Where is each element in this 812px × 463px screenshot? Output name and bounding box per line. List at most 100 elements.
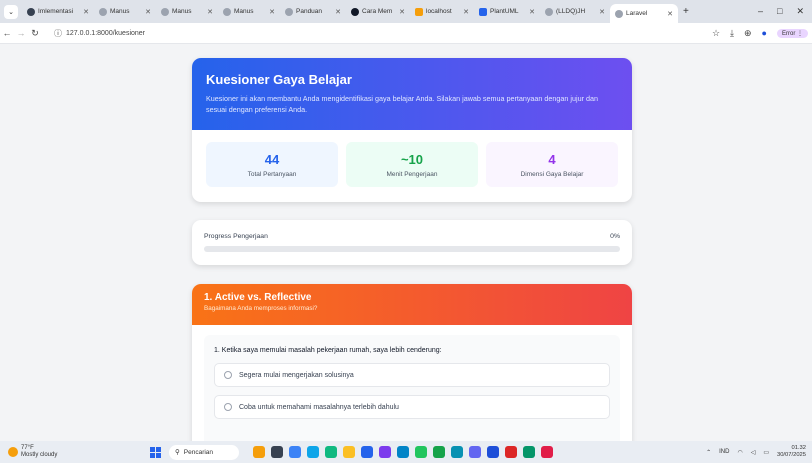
stat-dimensions: 4 Dimensi Gaya Belajar (486, 142, 618, 187)
page-title: Kuesioner Gaya Belajar (206, 72, 352, 87)
stat-total-questions: 44 Total Pertanyaan (206, 142, 338, 187)
question-text: 1. Ketika saya memulai masalah pekerjaan… (214, 347, 442, 354)
battery-icon[interactable]: ▭ (763, 449, 769, 456)
tab-label: PlantUML (490, 8, 519, 15)
weather-icon (8, 447, 18, 457)
wifi-icon[interactable]: ◠ (737, 449, 742, 456)
widgets-icon[interactable] (253, 446, 265, 458)
close-icon[interactable]: ✕ (667, 10, 673, 18)
stat-value: 4 (548, 151, 556, 167)
app-icon[interactable] (541, 446, 553, 458)
answer-option-b[interactable]: Coba untuk memahami masalahnya terlebih … (214, 395, 610, 419)
weather-condition: Mostly cloudy (21, 452, 58, 458)
download-icon[interactable]: ⤓ (730, 28, 734, 39)
browser-tab-strip: ⌄ Imlementasi ✕ Manus ✕ Manus ✕ Manus ✕ Pand… (0, 0, 812, 23)
close-icon[interactable]: ✕ (529, 8, 535, 16)
radio-button[interactable] (224, 403, 232, 411)
question-box: 1. Ketika saya memulai masalah pekerjaan… (204, 335, 620, 441)
chrome-app-icon[interactable] (325, 446, 337, 458)
tab-label: localhost (426, 8, 452, 15)
stat-label: Menit Pengerjaan (386, 170, 438, 178)
folder-icon[interactable] (343, 446, 355, 458)
app-icon[interactable] (523, 446, 535, 458)
tab-6[interactable]: localhost ✕ (410, 3, 474, 20)
answer-option-a[interactable]: Segera mulai mengerjakan solusinya (214, 363, 610, 387)
tab-label: Manus (172, 8, 192, 15)
close-icon[interactable]: ✕ (463, 8, 469, 16)
app-icon[interactable] (397, 446, 409, 458)
chevron-up-icon[interactable]: ⌃ (706, 449, 711, 456)
tab-2[interactable]: Manus ✕ (156, 3, 218, 20)
stats-row: 44 Total Pertanyaan ~10 Menit Pengerjaan… (192, 130, 632, 187)
tab-label: Laravel (626, 10, 648, 17)
close-icon[interactable]: ✕ (207, 8, 213, 16)
section-subtitle: Bagaimana Anda memproses informasi? (204, 305, 318, 312)
forward-icon[interactable]: → (14, 28, 28, 38)
address-bar-row: ← → ↻ ⓘ 127.0.0.1:8000/kuesioner ☆ ⤓ ⊕ ●… (0, 23, 812, 44)
tab-7[interactable]: PlantUML ✕ (474, 3, 540, 20)
window-controls: – □ ✕ (758, 6, 812, 17)
tab-4[interactable]: Panduan ✕ (280, 3, 346, 20)
close-icon[interactable]: ✕ (145, 8, 151, 16)
app-icon[interactable] (487, 446, 499, 458)
section-title: 1. Active vs. Reflective (204, 292, 312, 303)
tab-label: (LLDQ)JH (556, 8, 586, 15)
weather-widget[interactable]: 77°F Mostly cloudy (0, 445, 120, 459)
app-icon[interactable] (379, 446, 391, 458)
app-icon[interactable] (505, 446, 517, 458)
system-tray: ⌃ IND ◠ ◁ ▭ 01.32 30/07/2025 (706, 445, 812, 459)
search-icon: ⚲ (175, 449, 180, 456)
spotify-icon[interactable] (433, 446, 445, 458)
store-icon[interactable] (307, 446, 319, 458)
tab-search-button[interactable]: ⌄ (4, 4, 18, 19)
laravel-icon (615, 9, 623, 18)
volume-icon[interactable]: ◁ (751, 449, 756, 456)
tab-1[interactable]: Manus ✕ (94, 3, 156, 20)
tab-0[interactable]: Imlementasi ✕ (22, 3, 94, 20)
error-badge[interactable]: Error ⋮ (776, 28, 808, 38)
close-window-icon[interactable]: ✕ (796, 6, 804, 17)
database-icon (415, 7, 423, 16)
url-field[interactable]: ⓘ 127.0.0.1:8000/kuesioner (48, 26, 151, 41)
reload-icon[interactable]: ↻ (28, 28, 42, 39)
stat-label: Dimensi Gaya Belajar (520, 170, 584, 178)
restore-icon[interactable]: □ (777, 6, 782, 17)
manus-icon (99, 7, 107, 16)
tab-3[interactable]: Manus ✕ (218, 3, 280, 20)
app-icon[interactable] (451, 446, 463, 458)
edge-icon[interactable] (289, 446, 301, 458)
whatsapp-icon[interactable] (415, 446, 427, 458)
language-indicator[interactable]: IND (719, 449, 729, 455)
tab-5[interactable]: Cara Mem ✕ (346, 3, 410, 20)
profile-icon[interactable]: ● (762, 28, 767, 38)
radio-button[interactable] (224, 371, 232, 379)
stat-duration: ~10 Menit Pengerjaan (346, 142, 478, 187)
windows-start-icon[interactable] (150, 446, 161, 458)
taskbar: 77°F Mostly cloudy ⚲ Pencarian ⌃ IND ◠ ◁… (0, 441, 812, 463)
close-icon[interactable]: ✕ (399, 8, 405, 16)
star-icon[interactable]: ☆ (712, 28, 720, 39)
search-placeholder: Pencarian (183, 448, 214, 456)
close-icon[interactable]: ✕ (335, 8, 341, 16)
taskbar-search[interactable]: ⚲ Pencarian (169, 444, 239, 460)
new-tab-button[interactable]: + (678, 3, 692, 20)
progress-label: Progress Pengerjaan (204, 233, 268, 240)
taskbar-apps (253, 446, 553, 458)
minimize-icon[interactable]: – (758, 6, 763, 17)
close-icon[interactable]: ✕ (83, 8, 89, 16)
app-icon[interactable] (469, 446, 481, 458)
chevron-down-icon: ⌄ (8, 8, 14, 16)
tab-8[interactable]: (LLDQ)JH ✕ (540, 3, 610, 20)
back-icon[interactable]: ← (0, 28, 14, 38)
clock[interactable]: 01.32 30/07/2025 (777, 445, 806, 459)
close-icon[interactable]: ✕ (599, 8, 605, 16)
progress-card: Progress Pengerjaan 0% (192, 220, 632, 265)
close-icon[interactable]: ✕ (269, 8, 275, 16)
manus-icon (545, 7, 553, 16)
tab-9-active[interactable]: Laravel ✕ (610, 4, 678, 23)
stat-value: 44 (264, 151, 280, 167)
site-info-icon[interactable]: ⓘ (54, 28, 62, 39)
task-view-icon[interactable] (271, 446, 283, 458)
extension-icon[interactable]: ⊕ (744, 28, 752, 39)
vscode-icon[interactable] (361, 446, 373, 458)
